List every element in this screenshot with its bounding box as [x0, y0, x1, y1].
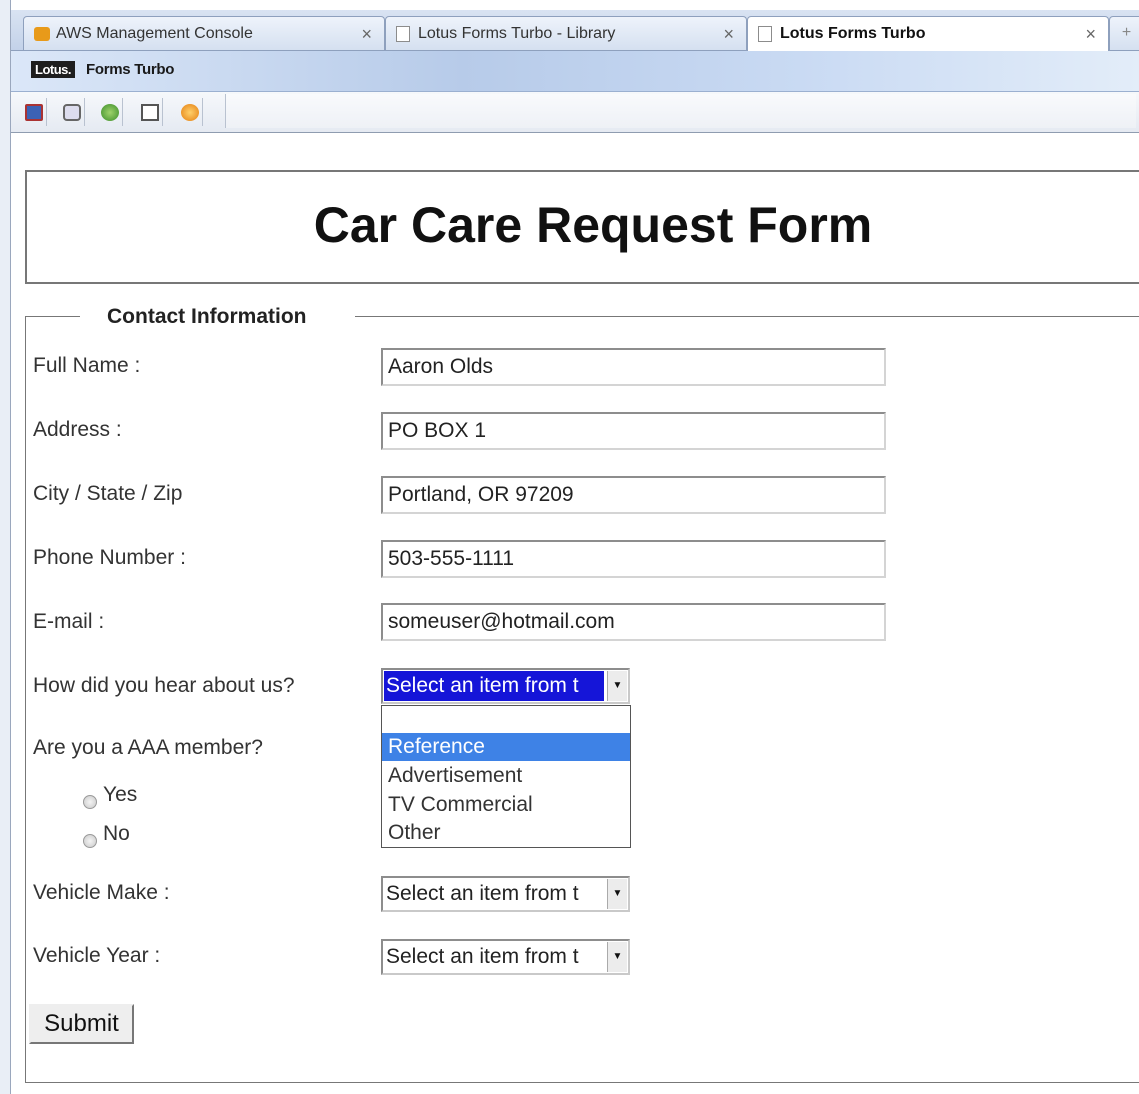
save-button[interactable] [21, 98, 47, 126]
select-value: Select an item from t [386, 945, 579, 968]
email-input[interactable] [381, 603, 886, 641]
city-state-zip-input[interactable] [381, 476, 886, 514]
aaa-no-radio[interactable] [83, 834, 97, 848]
window-frame-left [0, 0, 11, 1094]
form-title: Car Care Request Form [313, 197, 873, 253]
vehicle-year-select[interactable]: Select an item from t ▼ [381, 939, 630, 975]
submit-button[interactable]: Submit [29, 1004, 134, 1044]
dropdown-option-blank[interactable] [382, 706, 630, 734]
full-name-label: Full Name : [33, 354, 141, 377]
toolbar [11, 92, 1139, 133]
tab-forms-turbo[interactable]: Lotus Forms Turbo × [747, 16, 1109, 51]
app-name: Forms Turbo [86, 61, 175, 78]
aaa-no-label: No [103, 822, 130, 845]
save-icon [25, 104, 43, 121]
hear-about-dropdown: Reference Advertisement TV Commercial Ot… [381, 705, 631, 848]
chevron-down-icon[interactable]: ▼ [607, 671, 627, 701]
print-button[interactable] [59, 98, 85, 126]
select-value: Select an item from t [386, 882, 579, 905]
page-icon [758, 26, 772, 42]
form-header: Car Care Request Form [25, 170, 1139, 284]
close-icon[interactable]: × [723, 24, 734, 45]
full-name-input[interactable] [381, 348, 886, 386]
chevron-down-icon[interactable]: ▼ [607, 942, 627, 972]
refresh-button[interactable] [97, 98, 123, 126]
dropdown-option-reference[interactable]: Reference [382, 733, 630, 761]
fieldset-legend: Contact Information [107, 305, 307, 329]
close-icon[interactable]: × [361, 24, 372, 45]
close-icon[interactable]: × [1085, 24, 1096, 45]
app-banner: Lotus. Forms Turbo [11, 51, 1139, 92]
lotus-logo: Lotus. [31, 61, 75, 78]
fieldset-border [25, 316, 80, 317]
chevron-down-icon[interactable]: ▼ [607, 879, 627, 909]
tab-label: Lotus Forms Turbo [780, 25, 926, 42]
toolbar-empty-area [225, 94, 1136, 128]
page-icon [396, 26, 410, 42]
vehicle-make-label: Vehicle Make : [33, 881, 170, 904]
address-input[interactable] [381, 412, 886, 450]
hear-about-select[interactable]: Select an item from t ▼ [381, 668, 630, 704]
help-icon [181, 104, 199, 121]
tab-aws-console[interactable]: AWS Management Console × [23, 16, 385, 50]
aws-icon [34, 27, 50, 41]
email-label: E-mail : [33, 610, 105, 633]
help-button[interactable] [177, 98, 203, 126]
vehicle-year-label: Vehicle Year : [33, 944, 161, 967]
vehicle-make-select[interactable]: Select an item from t ▼ [381, 876, 630, 912]
fieldset-border [355, 316, 1139, 317]
city-state-zip-label: City / State / Zip [33, 482, 183, 505]
aaa-yes-label: Yes [103, 783, 138, 806]
new-tab-button[interactable]: + [1109, 16, 1139, 50]
layout-icon [141, 104, 159, 121]
aaa-member-label: Are you a AAA member? [33, 736, 263, 759]
dropdown-option-advertisement[interactable]: Advertisement [382, 762, 630, 790]
phone-label: Phone Number : [33, 546, 186, 569]
browser-tab-strip: AWS Management Console × Lotus Forms Tur… [11, 10, 1139, 51]
layout-button[interactable] [137, 98, 163, 126]
aaa-yes-radio[interactable] [83, 795, 97, 809]
dropdown-option-tv-commercial[interactable]: TV Commercial [382, 791, 630, 819]
refresh-icon [101, 104, 119, 121]
tab-label: Lotus Forms Turbo - Library [418, 25, 616, 42]
tab-label: AWS Management Console [56, 25, 253, 42]
address-label: Address : [33, 418, 122, 441]
hear-about-label: How did you hear about us? [33, 674, 295, 697]
print-icon [63, 104, 81, 121]
select-value: Select an item from t [384, 671, 604, 701]
dropdown-option-other[interactable]: Other [382, 819, 630, 847]
phone-input[interactable] [381, 540, 886, 578]
tab-forms-library[interactable]: Lotus Forms Turbo - Library × [385, 16, 747, 50]
